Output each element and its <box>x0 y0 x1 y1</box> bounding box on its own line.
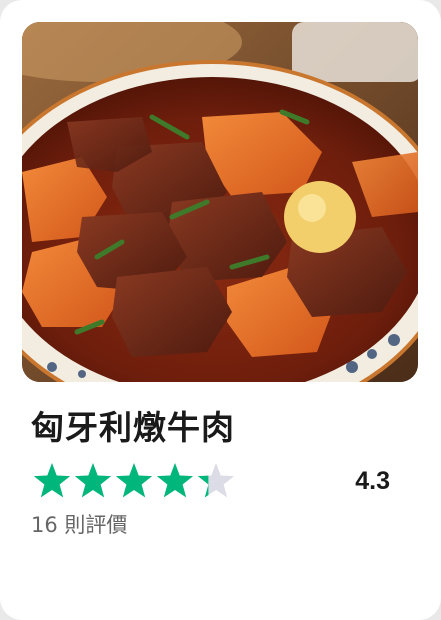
star-icon <box>156 463 194 498</box>
star-icon <box>74 463 112 498</box>
recipe-card[interactable]: 匈牙利燉牛肉 4.3 16 則評價 <box>0 0 441 620</box>
star-icon <box>33 463 71 498</box>
star-rating <box>31 462 241 502</box>
star-icon <box>115 463 153 498</box>
goulash-image <box>22 22 418 382</box>
review-count[interactable]: 16 則評價 <box>31 510 127 540</box>
recipe-title: 匈牙利燉牛肉 <box>31 408 235 447</box>
rating-value: 4.3 <box>355 467 390 495</box>
rating-stars <box>33 463 235 498</box>
recipe-photo[interactable] <box>22 22 418 382</box>
star-icon <box>197 463 235 498</box>
